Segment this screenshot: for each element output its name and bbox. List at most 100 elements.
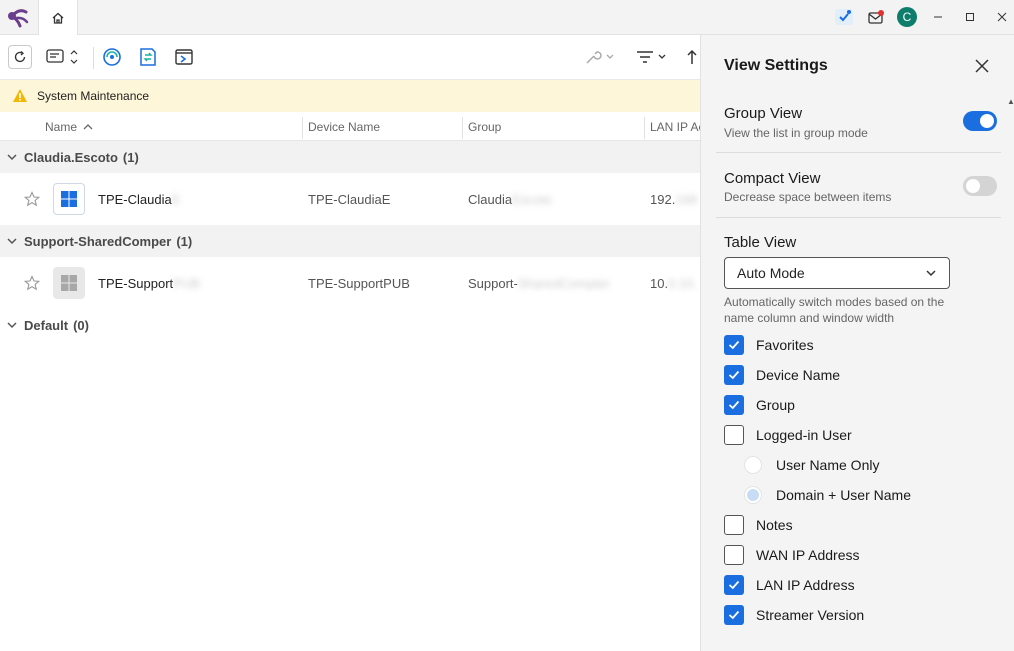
column-header-group[interactable]: Group [463,112,644,141]
column-toggle-favorites[interactable]: Favorites [724,334,814,356]
filter-button[interactable] [634,45,670,69]
sort-ascending-icon [83,123,93,129]
view-settings-panel: View Settings ▲ Group View View the list… [700,35,1014,651]
maintenance-banner[interactable]: System Maintenance [0,80,700,112]
toolbar [0,35,700,80]
column-header-device-name[interactable]: Device Name [303,112,462,141]
panel-title: View Settings [724,57,828,74]
checkbox-unchecked-icon[interactable] [724,425,744,445]
checkbox-checked-icon[interactable] [724,335,744,355]
redacted-text: E [171,191,181,207]
column-toggle-wan-ip[interactable]: WAN IP Address [724,544,859,566]
tools-icon [586,51,614,64]
group-count: (0) [73,317,89,333]
group-header[interactable]: Default (0) [0,309,700,341]
checkbox-unchecked-icon[interactable] [724,545,744,565]
file-transfer-button[interactable] [136,45,160,69]
view-mode-button[interactable] [42,45,82,69]
group-header[interactable]: Claudia.Escoto (1) [0,141,700,173]
group-count: (1) [176,233,193,249]
favorite-star-icon[interactable] [24,257,40,309]
radio-domain-user-name[interactable]: Domain + User Name [744,484,911,506]
table-row[interactable]: TPE-Claudia E TPE-ClaudiaE Claudia Escoto … [0,173,700,225]
table-view-title: Table View [724,234,797,251]
redacted-text: PUB [173,275,200,291]
maximize-button[interactable] [958,5,982,29]
checkbox-checked-icon[interactable] [724,395,744,415]
device-full-name-cell: TPE-SupportPUB [308,275,410,291]
file-transfer-icon [140,48,156,66]
column-toggle-streamer-version[interactable]: Streamer Version [724,604,864,626]
remote-control-icon [103,48,121,66]
warning-icon [13,89,27,102]
table-row[interactable]: TPE-Support PUB TPE-SupportPUB Support- Sh… [0,257,700,309]
close-icon [975,59,989,73]
banner-text: System Maintenance [37,89,150,103]
sort-button[interactable] [684,45,700,69]
backstage-button[interactable] [172,45,196,69]
view-mode-icon [46,49,78,64]
group-name: Support-SharedComper [24,233,172,249]
chevron-down-icon [926,270,936,277]
checkbox-checked-icon[interactable] [724,575,744,595]
device-name-cell: TPE-Claudia E [98,191,181,207]
mail-alert-icon[interactable] [865,7,887,27]
group-cell: Claudia Escoto [468,191,552,207]
column-toggle-notes[interactable]: Notes [724,514,793,536]
checkbox-checked-icon[interactable] [724,605,744,625]
home-tab[interactable] [38,0,78,35]
table-view-selected-value: Auto Mode [737,265,805,281]
refresh-button[interactable] [8,45,32,69]
group-header[interactable]: Support-SharedComper (1) [0,225,700,257]
radio-selected-disabled-icon[interactable] [744,486,762,504]
app-logo-icon [6,6,30,28]
chevron-down-icon [0,321,24,329]
redacted-text: Escoto [512,191,552,207]
group-view-desc: View the list in group mode [724,126,868,140]
lan-ip-cell: 192. 168 [650,191,698,207]
refresh-icon [14,51,26,63]
toolbar-separator [93,47,94,69]
divider [716,152,1001,153]
chevron-down-icon [0,237,24,245]
assistant-icon[interactable] [833,7,855,27]
column-toggle-logged-in-user[interactable]: Logged-in User [724,424,852,446]
radio-unselected-icon[interactable] [744,456,762,474]
redacted-text: SharedCompter [517,275,610,291]
checkbox-checked-icon[interactable] [724,365,744,385]
table-header: Name Device Name Group LAN IP Ac [0,112,700,141]
compact-view-toggle[interactable] [963,176,997,196]
table-view-select[interactable]: Auto Mode [724,257,950,289]
column-header-lan-ip[interactable]: LAN IP Ac [645,112,700,141]
favorite-star-icon[interactable] [24,173,40,225]
device-full-name-cell: TPE-ClaudiaE [308,191,391,207]
close-panel-button[interactable] [972,56,992,76]
column-toggle-group[interactable]: Group [724,394,795,416]
checkbox-unchecked-icon[interactable] [724,515,744,535]
user-avatar[interactable]: C [897,7,917,27]
column-header-name[interactable]: Name [40,112,302,141]
compact-view-title: Compact View [724,170,821,187]
title-bar: C [0,0,1014,35]
windows-offline-os-icon [53,257,87,309]
group-view-toggle[interactable] [963,111,997,131]
column-toggle-device-name[interactable]: Device Name [724,364,840,386]
column-toggle-lan-ip[interactable]: LAN IP Address [724,574,855,596]
group-name: Claudia.Escoto [24,149,118,165]
radio-user-name-only[interactable]: User Name Only [744,454,879,476]
scroll-up-arrow-icon[interactable]: ▲ [1007,97,1014,106]
compact-view-desc: Decrease space between items [724,190,892,204]
table-view-note: Automatically switch modes based on the … [724,295,945,325]
filter-icon [637,51,666,63]
home-icon [52,12,64,24]
remote-control-button[interactable] [100,45,124,69]
app-window: C System Maintenance Name Device Name Gr… [0,0,1014,651]
windows-os-icon [53,173,87,225]
group-count: (1) [122,149,139,165]
group-name: Default [24,317,69,333]
minimize-button[interactable] [926,5,950,29]
tools-button[interactable] [582,45,618,69]
close-window-button[interactable] [990,5,1014,29]
backstage-icon [175,49,193,65]
chevron-down-icon [0,153,24,161]
